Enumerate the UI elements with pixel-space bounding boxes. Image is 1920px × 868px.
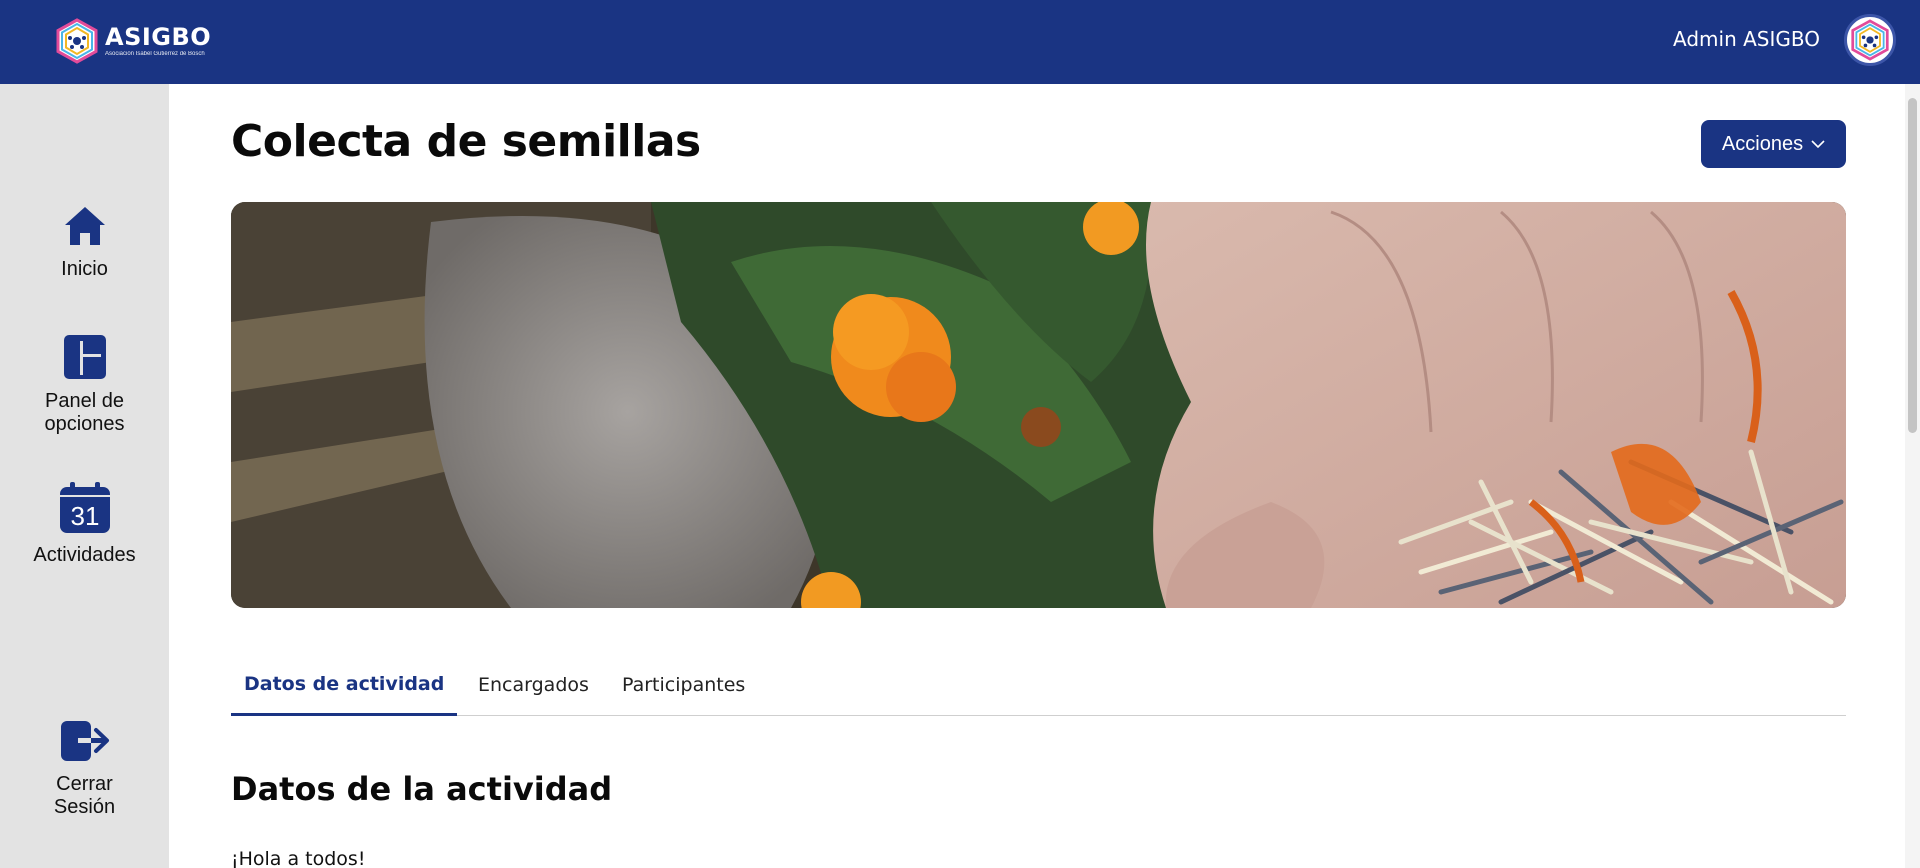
sidebar-item-inicio[interactable]: Inicio bbox=[0, 204, 169, 281]
user-name[interactable]: Admin ASIGBO bbox=[1673, 27, 1820, 51]
sidebar-item-panel[interactable]: Panel de opciones bbox=[0, 334, 169, 436]
activity-banner-image bbox=[231, 202, 1846, 608]
dashboard-icon bbox=[63, 335, 106, 379]
activity-tabs: Datos de actividad Encargados Participan… bbox=[231, 654, 1846, 716]
tab-encargados[interactable]: Encargados bbox=[465, 654, 602, 716]
brand-logo[interactable]: ASIGBO Asociación Isabel Gutiérrez de Bo… bbox=[55, 18, 211, 64]
calendar-icon: 31 bbox=[59, 482, 110, 533]
activity-description: ¡Hola a todos! bbox=[231, 848, 366, 868]
sidebar-item-label: Cerrar Sesión bbox=[53, 773, 116, 818]
actions-label: Acciones bbox=[1721, 132, 1804, 155]
home-icon bbox=[64, 207, 105, 245]
brand-subtitle: Asociación Isabel Gutiérrez de Bosch bbox=[105, 51, 205, 57]
scrollbar-thumb[interactable] bbox=[1908, 98, 1917, 433]
tab-participantes[interactable]: Participantes bbox=[609, 654, 758, 716]
tab-datos-de-actividad[interactable]: Datos de actividad bbox=[231, 654, 458, 716]
avatar[interactable] bbox=[1844, 14, 1896, 66]
sidebar-item-label: Inicio bbox=[61, 258, 108, 280]
calendar-day-text: 31 bbox=[70, 501, 99, 531]
sidebar-item-actividades[interactable]: 31 Actividades bbox=[0, 482, 169, 567]
page-scrollbar[interactable] bbox=[1905, 84, 1920, 868]
brand-name: ASIGBO bbox=[105, 23, 212, 51]
avatar-logo-icon bbox=[1851, 19, 1889, 61]
hexagon-logo-icon bbox=[56, 18, 98, 64]
logout-icon bbox=[60, 721, 109, 761]
section-title: Datos de la actividad bbox=[231, 770, 613, 808]
sidebar-item-logout[interactable]: Cerrar Sesión bbox=[0, 719, 169, 819]
sidebar: Inicio Panel de opciones 31 Actividades … bbox=[0, 84, 169, 868]
actions-dropdown-button[interactable]: Acciones bbox=[1701, 120, 1846, 168]
sidebar-item-label: Panel de opciones bbox=[44, 390, 125, 435]
sidebar-item-label: Actividades bbox=[33, 544, 136, 566]
chevron-down-icon bbox=[1811, 140, 1825, 149]
top-navbar: ASIGBO Asociación Isabel Gutiérrez de Bo… bbox=[0, 0, 1920, 84]
page-title: Colecta de semillas bbox=[231, 116, 701, 167]
